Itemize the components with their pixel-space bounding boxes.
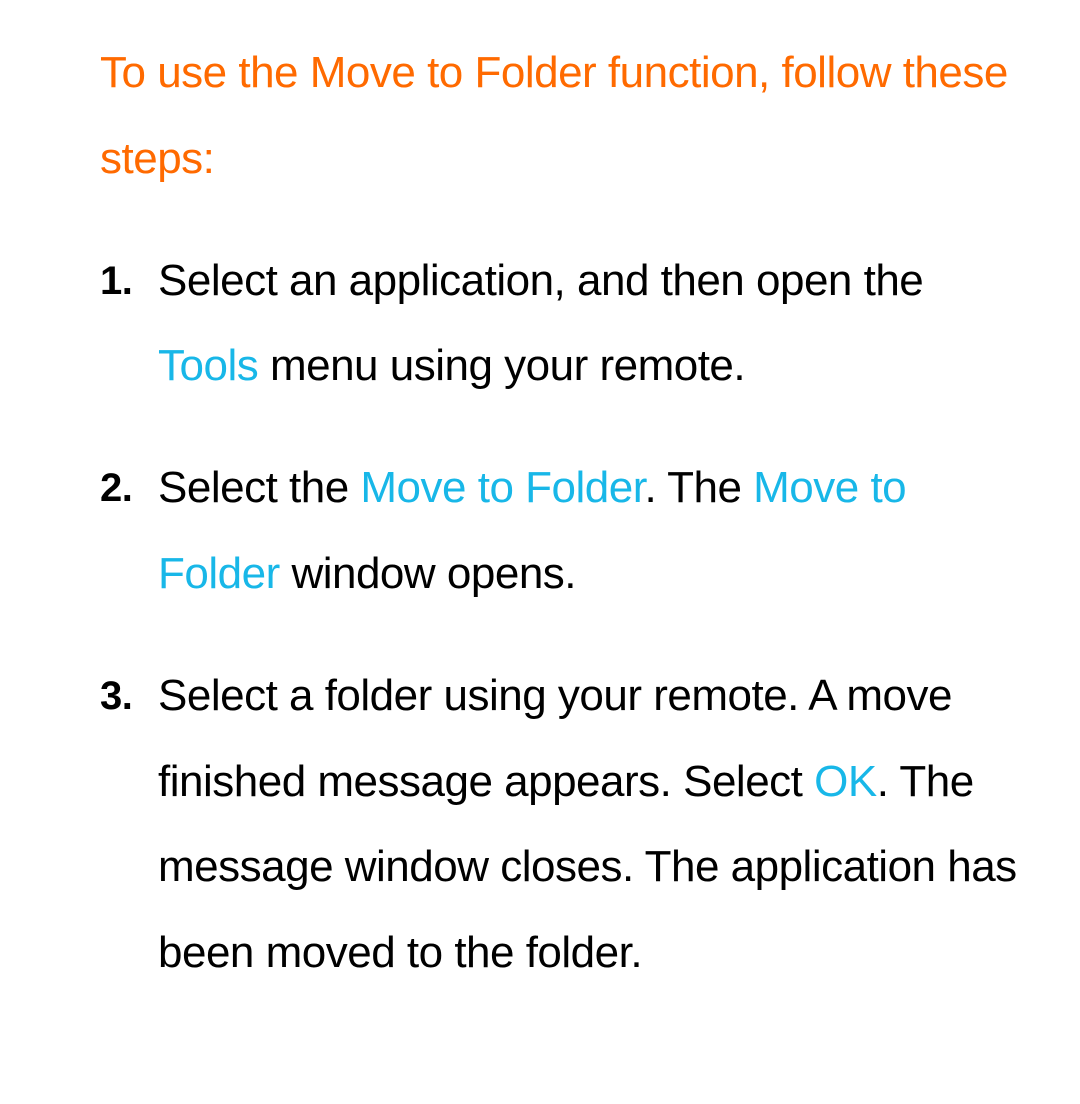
highlight-text: OK xyxy=(814,757,877,806)
step-item: Select a folder using your remote. A mov… xyxy=(100,653,1020,996)
highlight-text: Move to Folder xyxy=(360,463,644,512)
highlight-text: Tools xyxy=(158,341,258,390)
step-text: . The xyxy=(644,463,753,512)
steps-list: Select an application, and then open the… xyxy=(100,238,1020,996)
document-page: To use the Move to Folder function, foll… xyxy=(0,0,1080,1026)
step-text: Select the xyxy=(158,463,360,512)
step-text: Select an application, and then open the xyxy=(158,256,923,305)
step-item: Select an application, and then open the… xyxy=(100,238,1020,410)
step-text: window opens. xyxy=(280,549,576,598)
step-text: menu using your remote. xyxy=(258,341,745,390)
page-heading: To use the Move to Folder function, foll… xyxy=(100,30,1020,202)
step-item: Select the Move to Folder. The Move to F… xyxy=(100,445,1020,617)
